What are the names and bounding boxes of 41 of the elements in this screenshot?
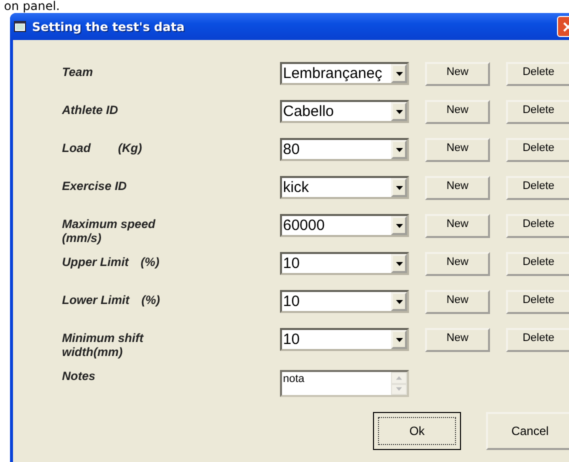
cancel-button[interactable]: Cancel xyxy=(486,412,569,450)
background-text: on panel. xyxy=(4,0,60,13)
row-button[interactable]: Delete xyxy=(506,100,569,124)
field-label: Load xyxy=(62,141,92,155)
dropdown-field[interactable]: 10 xyxy=(280,252,409,275)
dropdown-field[interactable]: 80 xyxy=(280,138,409,161)
row-button[interactable]: Delete xyxy=(506,176,569,200)
window-title: Setting the test's data xyxy=(32,20,185,34)
dropdown-field[interactable]: 10 xyxy=(280,328,409,351)
field-label: Upper Limit xyxy=(62,255,129,269)
unit-label: (%) xyxy=(141,293,160,307)
row-button[interactable]: New xyxy=(425,100,490,124)
row-button[interactable]: Delete xyxy=(506,138,569,162)
dropdown-field[interactable]: kick xyxy=(280,176,409,199)
field-label: Maximum speed (mm/s) xyxy=(62,217,156,245)
dropdown-field[interactable]: 60000 xyxy=(280,214,409,237)
row-button[interactable]: Delete xyxy=(506,62,569,86)
row-button[interactable]: New xyxy=(425,252,490,276)
dropdown-field[interactable]: 10 xyxy=(280,290,409,313)
field-label: Exercise ID xyxy=(62,179,127,193)
row-button[interactable]: Delete xyxy=(506,252,569,276)
unit-label: (%) xyxy=(140,255,160,269)
field-label: Notes xyxy=(62,369,96,383)
row-button[interactable]: New xyxy=(425,290,490,314)
field-label: Lower Limit xyxy=(62,293,130,307)
row-button[interactable]: Delete xyxy=(506,290,569,314)
field-label: Athlete ID xyxy=(62,103,118,117)
row-button[interactable]: New xyxy=(425,62,490,86)
row-button[interactable]: New xyxy=(425,138,490,162)
row-button[interactable]: New xyxy=(425,328,490,352)
row-button[interactable]: New xyxy=(425,214,490,238)
field-label: Minimum shift width(mm) xyxy=(62,331,145,359)
notes-field[interactable]: nota xyxy=(280,370,409,397)
field-label: Team xyxy=(62,65,94,79)
dropdown-field[interactable]: Cabello xyxy=(280,100,409,123)
row-button[interactable]: Delete xyxy=(506,214,569,238)
dropdown-field[interactable]: Lembrançaneç xyxy=(280,62,409,85)
ok-button[interactable]: Ok xyxy=(373,412,461,450)
unit-label: (Kg) xyxy=(118,141,142,155)
row-button[interactable]: Delete xyxy=(506,328,569,352)
row-button[interactable]: New xyxy=(425,176,490,200)
